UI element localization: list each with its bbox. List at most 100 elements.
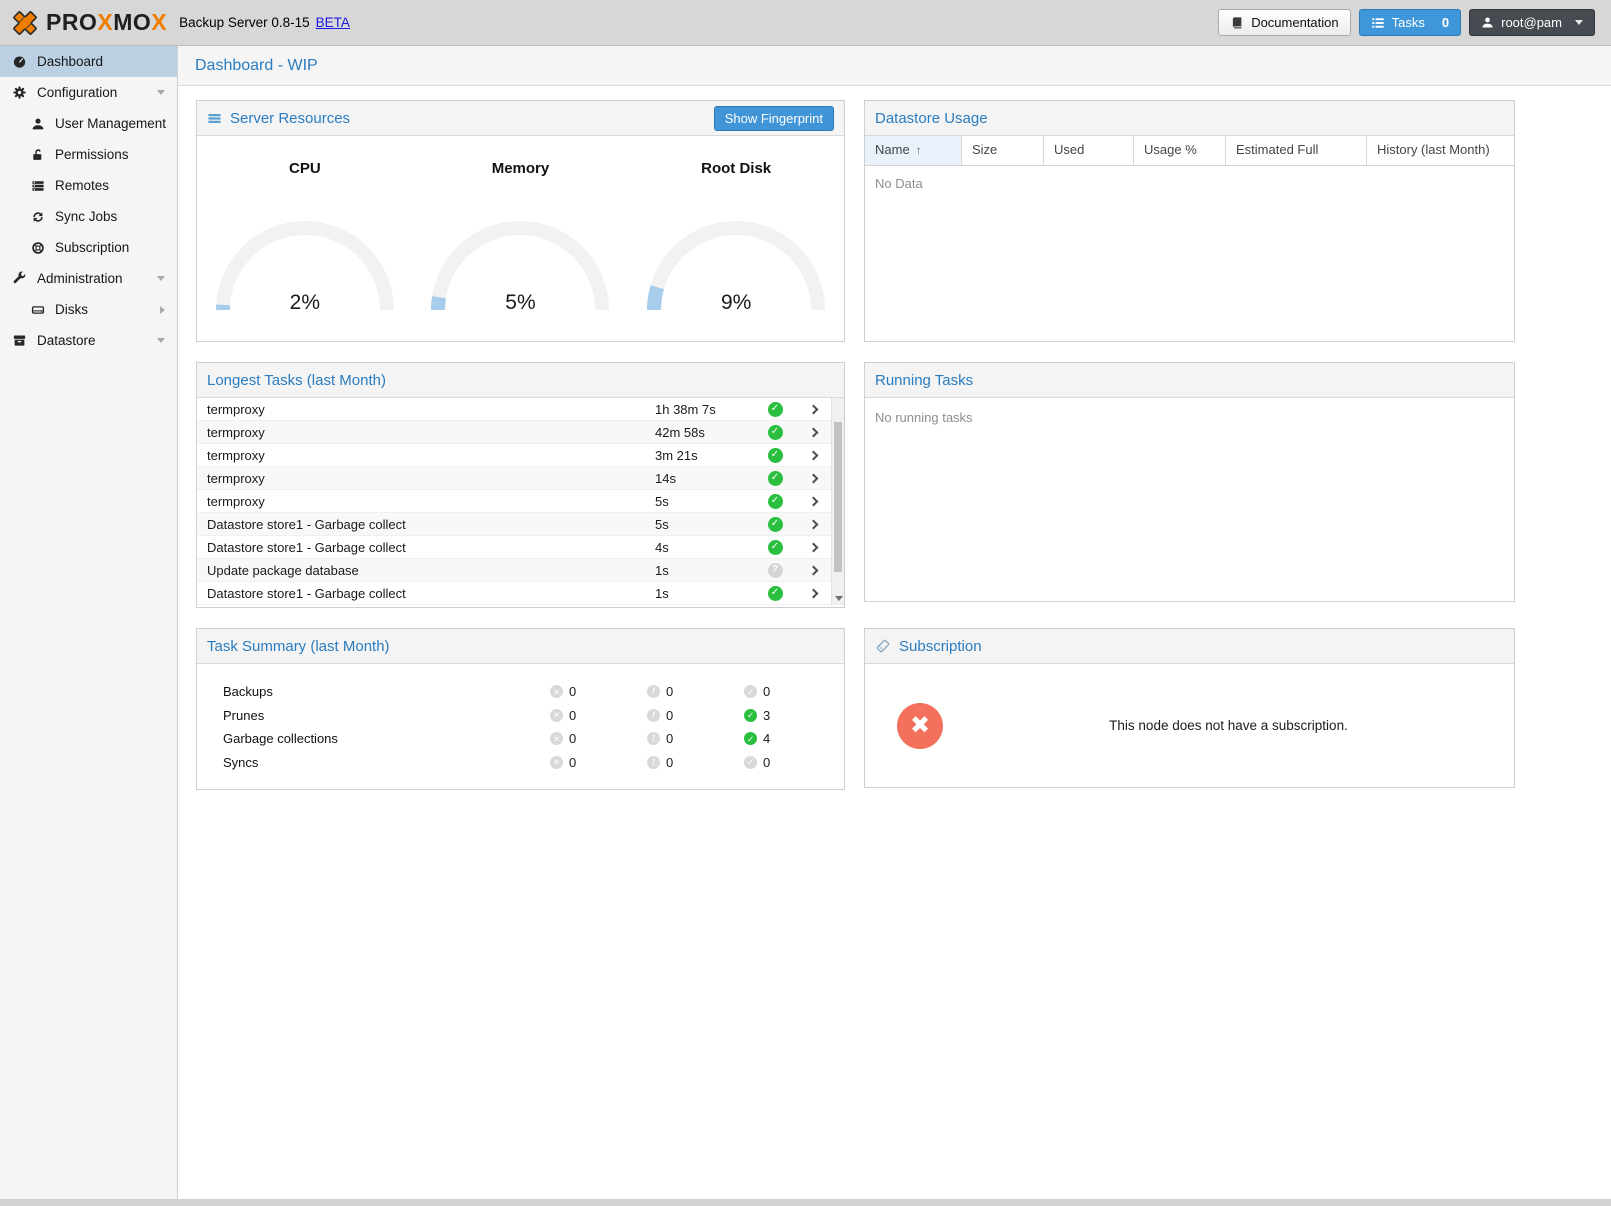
life-ring-icon [29,241,46,255]
sidebar-item-label: Configuration [37,85,117,100]
task-row[interactable]: Update package database1s? [197,559,831,582]
sidebar-item-dashboard[interactable]: Dashboard [0,46,177,77]
summary-row: Prunes 0 0 3 [197,704,844,728]
chevron-right-icon[interactable] [795,544,831,551]
task-row[interactable]: termproxy42m 58s✓ [197,421,831,444]
user-menu-button[interactable]: root@pam [1469,9,1595,36]
scrollbar-down-arrow[interactable] [835,596,843,601]
task-row[interactable]: Datastore store1 - Garbage collect5s✓ [197,513,831,536]
chevron-right-icon[interactable] [795,475,831,482]
task-status-icon: ✓ [768,448,783,463]
sync-icon [29,210,46,224]
top-header: PROXMOX Backup Server 0.8-15 BETA Docume… [0,0,1611,46]
bottom-scrollbar-strip[interactable] [0,1199,1611,1206]
task-summary-header: Task Summary (last Month) [197,629,844,664]
gauge-value: 2% [210,291,400,315]
sort-ascending-icon [910,142,922,157]
server-resources-panel: Server Resources Show Fingerprint CPU [196,100,845,342]
column-header-name[interactable]: Name [865,136,962,165]
sidebar-item-label: Sync Jobs [55,209,117,224]
error-count: 0 [569,731,576,746]
task-row[interactable]: Datastore store1 - Garbage collect4s✓ [197,536,831,559]
sidebar-item-user-management[interactable]: User Management [0,108,177,139]
column-header-used[interactable]: Used [1044,136,1134,165]
chevron-right-icon[interactable] [795,590,831,597]
task-row[interactable]: termproxy1h 38m 7s✓ [197,398,831,421]
archive-icon [11,333,28,348]
tasks-button[interactable]: Tasks 0 [1359,9,1461,36]
sidebar-item-administration[interactable]: Administration [0,263,177,294]
task-name: Datastore store1 - Garbage collect [197,517,655,532]
task-row[interactable]: termproxy14s✓ [197,467,831,490]
task-name: termproxy [197,494,655,509]
beta-link[interactable]: BETA [316,15,350,30]
chevron-right-icon[interactable] [795,406,831,413]
sidebar-item-remotes[interactable]: Remotes [0,170,177,201]
ok-count-icon [744,685,757,698]
chevron-right-icon[interactable] [795,498,831,505]
summary-row: Garbage collections 0 0 4 [197,727,844,751]
task-row[interactable]: termproxy3m 21s✓ [197,444,831,467]
scrollbar-thumb[interactable] [834,422,842,572]
sidebar-item-datastore[interactable]: Datastore [0,325,177,356]
chevron-right-icon[interactable] [795,521,831,528]
subscription-message: This node does not have a subscription. [943,718,1514,733]
error-count-icon [550,685,563,698]
error-count: 0 [569,684,576,699]
sidebar-item-subscription[interactable]: Subscription [0,232,177,263]
column-header-size[interactable]: Size [962,136,1044,165]
gauge-arc: 9% [641,213,831,315]
hdd-icon [29,303,46,317]
summary-label: Syncs [223,755,550,770]
chevron-down-icon[interactable] [157,338,165,343]
chevron-right-icon[interactable] [160,306,165,314]
documentation-button[interactable]: Documentation [1218,9,1350,36]
chevron-down-icon[interactable] [157,276,165,281]
task-name: termproxy [197,448,655,463]
gauges-row: CPU 2% Memory [197,136,844,315]
subscription-body: This node does not have a subscription. [865,664,1514,787]
tasks-count-badge: 0 [1442,15,1449,30]
task-name: Update package database [197,563,655,578]
running-tasks-title: Running Tasks [875,372,973,389]
warning-count: 0 [666,755,673,770]
chevron-right-icon[interactable] [795,452,831,459]
summary-label: Prunes [223,708,550,723]
column-header-usage[interactable]: Usage % [1134,136,1226,165]
book-icon [1230,16,1244,30]
task-status-icon: ✓ [768,402,783,417]
sidebar-item-disks[interactable]: Disks [0,294,177,325]
datastore-table-header: Name Size Used Usage % Estimated Full Hi… [865,136,1514,166]
column-header-history[interactable]: History (last Month) [1367,136,1514,165]
task-status-icon: ? [768,563,783,578]
task-duration: 1s [655,563,755,578]
chevron-right-icon[interactable] [795,567,831,574]
datastore-usage-title: Datastore Usage [875,110,988,127]
sidebar-item-label: Administration [37,271,123,286]
sidebar-item-label: Datastore [37,333,96,348]
chevron-down-icon[interactable] [157,90,165,95]
sidebar-item-configuration[interactable]: Configuration [0,77,177,108]
task-duration: 4s [655,540,755,555]
user-icon [29,117,46,131]
ok-count: 4 [763,731,770,746]
tasks-label: Tasks [1392,15,1425,30]
task-row[interactable]: termproxy5s✓ [197,490,831,513]
sidebar-item-permissions[interactable]: Permissions [0,139,177,170]
gauge-cpu: CPU 2% [205,160,405,315]
scrollbar[interactable] [831,398,844,605]
warning-count: 0 [666,684,673,699]
sidebar-item-sync-jobs[interactable]: Sync Jobs [0,201,177,232]
task-status-icon: ✓ [768,425,783,440]
column-header-estimated-full[interactable]: Estimated Full [1226,136,1367,165]
documentation-label: Documentation [1251,15,1338,30]
chevron-right-icon[interactable] [795,429,831,436]
task-row[interactable]: Datastore store1 - Garbage collect1s✓ [197,582,831,605]
task-status-icon: ✓ [768,540,783,555]
user-label: root@pam [1501,15,1562,30]
show-fingerprint-button[interactable]: Show Fingerprint [714,106,834,131]
gauge-title: CPU [289,160,321,177]
task-summary-panel: Task Summary (last Month) Backups 0 0 0 … [196,628,845,790]
task-duration: 14s [655,471,755,486]
gears-icon [11,85,28,100]
